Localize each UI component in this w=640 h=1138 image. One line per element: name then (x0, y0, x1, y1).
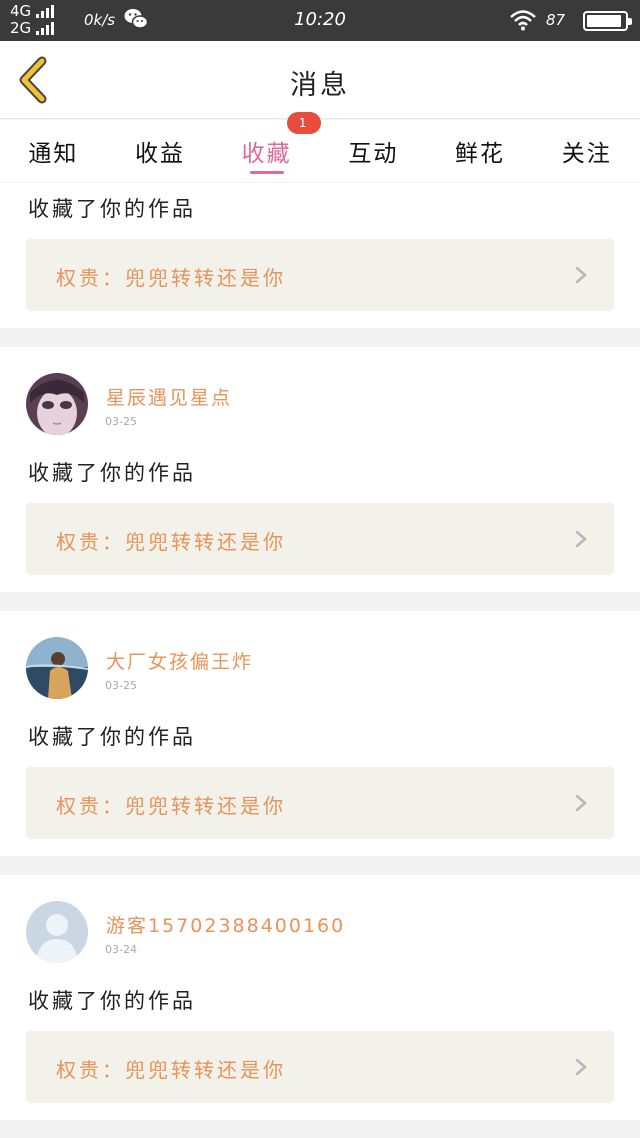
message-date: 03-25 (105, 679, 137, 692)
username[interactable]: 星辰遇见星点 (106, 383, 232, 410)
work-title: 权贵：兜兜转转还是你 (56, 530, 286, 554)
tab-flowers[interactable]: 鲜花 (427, 120, 534, 182)
tab-favorites[interactable]: 收藏 1 (213, 112, 321, 182)
page-title: 消息 (290, 70, 350, 101)
clock: 10:20 (294, 9, 346, 30)
default-avatar-icon[interactable] (26, 901, 88, 963)
message-date: 03-25 (105, 415, 137, 428)
work-title: 权贵：兜兜转转还是你 (56, 266, 286, 290)
status-bar: 4G 2G 0k/s 10:20 87 (0, 0, 640, 41)
work-link[interactable]: 权贵：兜兜转转还是你 (26, 239, 614, 311)
work-title: 权贵：兜兜转转还是你 (56, 1058, 286, 1082)
work-link[interactable]: 权贵：兜兜转转还是你 (26, 503, 614, 575)
tab-follows[interactable]: 关注 (533, 120, 640, 182)
tab-label: 收益 (135, 141, 185, 167)
battery-icon (583, 11, 632, 31)
tab-label: 通知 (28, 141, 79, 167)
tab-label: 关注 (561, 141, 612, 167)
header: 消息 (0, 41, 640, 119)
chevron-right-icon (575, 794, 587, 812)
work-link[interactable]: 权贵：兜兜转转还是你 (26, 767, 614, 839)
active-tab-indicator (249, 171, 284, 174)
tab-bar: 通知 收益 收藏 1 互动 鲜花 关注 (0, 112, 640, 182)
message-action-text: 收藏了你的作品 (28, 725, 196, 749)
tab-earnings[interactable]: 收益 (107, 120, 214, 182)
chevron-right-icon (575, 530, 587, 548)
battery-percent: 87 (546, 11, 566, 29)
message-action-text: 收藏了你的作品 (28, 989, 196, 1013)
message-action-text: 收藏了你的作品 (28, 197, 196, 221)
username[interactable]: 游客15702388400160 (106, 911, 345, 938)
message-action-text: 收藏了你的作品 (28, 461, 196, 485)
tab-label: 收藏 (241, 141, 292, 167)
wifi-icon (510, 10, 536, 31)
work-link[interactable]: 权贵：兜兜转转还是你 (26, 1031, 614, 1103)
avatar[interactable] (26, 373, 88, 435)
message-date: 03-24 (105, 943, 137, 956)
chevron-right-icon (575, 266, 587, 284)
tab-label: 互动 (348, 141, 399, 167)
work-title: 权贵：兜兜转转还是你 (56, 794, 286, 818)
chevron-right-icon (575, 1058, 587, 1076)
message-card: 星辰遇见星点 03-25 收藏了你的作品 权贵：兜兜转转还是你 (0, 347, 640, 592)
message-card: 大厂女孩偏王炸 03-25 收藏了你的作品 权贵：兜兜转转还是你 (0, 611, 640, 856)
unread-badge: 1 (286, 112, 321, 134)
tab-interactions[interactable]: 互动 (320, 120, 427, 182)
tab-label: 鲜花 (455, 141, 506, 167)
message-card: 收藏了你的作品 权贵：兜兜转转还是你 (0, 183, 640, 328)
message-card: 游客15702388400160 03-24 收藏了你的作品 权贵：兜兜转转还是… (0, 875, 640, 1120)
tab-notifications[interactable]: 通知 (0, 120, 107, 182)
avatar[interactable] (26, 637, 88, 699)
username[interactable]: 大厂女孩偏王炸 (106, 647, 253, 674)
